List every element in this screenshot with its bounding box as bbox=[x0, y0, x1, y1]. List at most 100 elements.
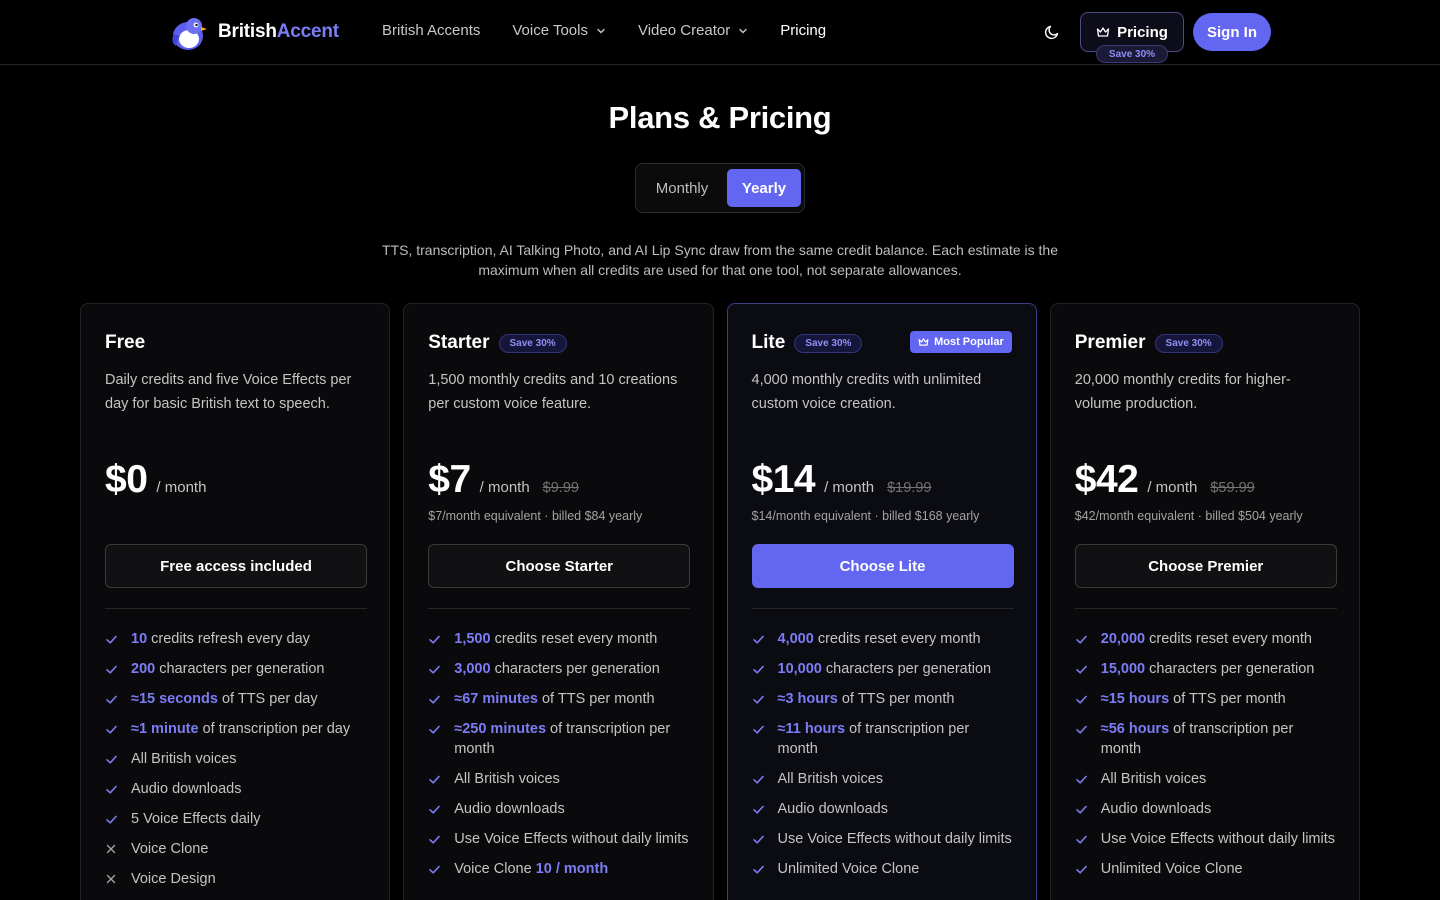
price-period: / month bbox=[156, 479, 207, 496]
feature-label: All British voices bbox=[1100, 771, 1207, 787]
nav-british-accents[interactable]: British Accents bbox=[382, 22, 480, 39]
plan-description: Daily credits and five Voice Effects per… bbox=[105, 372, 352, 412]
feature-text: 20,000 credits reset every month bbox=[1101, 629, 1312, 649]
feature-text: Unlimited Voice Clone bbox=[1101, 859, 1243, 879]
original-price: $59.99 bbox=[1210, 480, 1255, 496]
feature-label: Audio downloads bbox=[1100, 801, 1212, 817]
nav-link-label: Video Creator bbox=[637, 22, 731, 39]
nav-link-label: Pricing bbox=[780, 22, 827, 39]
feature-item: ≈11 hours of transcription per month bbox=[752, 719, 1014, 759]
crown-icon bbox=[918, 338, 929, 346]
check-icon bbox=[428, 859, 442, 879]
nav-save-badge: Save 30% bbox=[1096, 45, 1168, 63]
feature-highlight: ≈56 hours bbox=[1100, 721, 1170, 737]
feature-item: ≈67 minutes of TTS per month bbox=[428, 689, 690, 709]
check-icon bbox=[428, 799, 442, 819]
feature-label: Voice Clone bbox=[454, 861, 536, 877]
price-period: / month bbox=[824, 479, 875, 496]
plan-card-premier: Premier Save 30% 20,000 monthly credits fo… bbox=[1049, 303, 1360, 900]
check-icon bbox=[428, 829, 442, 849]
feature-label: Audio downloads bbox=[777, 801, 888, 817]
nav-pricing[interactable]: Pricing bbox=[780, 22, 826, 39]
feature-label: of TTS per day bbox=[217, 691, 318, 707]
nav-link-label: Voice Tools bbox=[512, 22, 588, 39]
feature-list: 20,000 credits reset every month 15,000 c… bbox=[1075, 629, 1337, 889]
top-nav: BritishAccent British Accents Voice Tool… bbox=[0, 0, 1440, 65]
x-icon bbox=[105, 869, 119, 889]
plan-description: 4,000 monthly credits with unlimited cus… bbox=[751, 372, 982, 412]
feature-label: of TTS per month bbox=[1169, 691, 1286, 707]
plan-name: Premier bbox=[1074, 332, 1146, 353]
nav-pricing-label: Pricing bbox=[1117, 23, 1168, 41]
feature-text: 10 credits refresh every day bbox=[131, 629, 310, 649]
feature-highlight: ≈11 hours bbox=[777, 721, 846, 737]
feature-label: Unlimited Voice Clone bbox=[777, 861, 920, 877]
feature-item: 3,000 characters per generation bbox=[428, 659, 690, 679]
feature-text: 10,000 characters per generation bbox=[778, 659, 992, 679]
plan-price: $14 bbox=[751, 458, 816, 501]
plan-name: Lite bbox=[751, 332, 786, 353]
feature-text: Voice Clone 10 / month bbox=[454, 859, 608, 879]
feature-item: Use Voice Effects without daily limits bbox=[428, 829, 690, 849]
feature-item: Unlimited Voice Clone bbox=[1075, 859, 1337, 879]
brand-name-part2: Accent bbox=[276, 21, 339, 42]
card-divider bbox=[1074, 608, 1337, 609]
feature-item: Use Voice Effects without daily limits bbox=[752, 829, 1014, 849]
feature-text: ≈11 hours of transcription per month bbox=[778, 719, 1014, 759]
brand-name: BritishAccent bbox=[218, 21, 339, 43]
crown-icon bbox=[1096, 27, 1110, 37]
check-icon bbox=[1075, 719, 1089, 739]
feature-label: Use Voice Effects without daily limits bbox=[777, 831, 1012, 847]
check-icon bbox=[428, 769, 442, 789]
feature-label: of transcription per day bbox=[198, 721, 351, 737]
check-icon bbox=[752, 859, 766, 879]
feature-label: credits reset every month bbox=[813, 631, 981, 647]
feature-item: All British voices bbox=[428, 769, 690, 789]
theme-toggle-moon-icon[interactable] bbox=[1040, 20, 1064, 44]
feature-text: All British voices bbox=[454, 769, 560, 789]
check-icon bbox=[1075, 629, 1089, 649]
plan-card-free: Free Daily credits and five Voice Effects… bbox=[80, 303, 391, 900]
feature-highlight: 20,000 bbox=[1100, 631, 1146, 647]
plan-header: Free bbox=[105, 332, 145, 354]
feature-text: All British voices bbox=[1101, 769, 1207, 789]
feature-item: 10 credits refresh every day bbox=[105, 629, 367, 649]
feature-highlight: 3,000 bbox=[454, 661, 491, 677]
toggle-yearly[interactable]: Yearly bbox=[727, 169, 801, 207]
check-icon bbox=[752, 719, 766, 739]
feature-item: ≈15 hours of TTS per month bbox=[1075, 689, 1337, 709]
plan-cta-button[interactable]: Choose Lite bbox=[751, 544, 1014, 588]
feature-item: 15,000 characters per generation bbox=[1075, 659, 1337, 679]
toggle-monthly[interactable]: Monthly bbox=[641, 169, 723, 207]
feature-highlight: 10 bbox=[131, 631, 148, 647]
plan-cta-button[interactable]: Choose Starter bbox=[428, 544, 691, 588]
feature-item: All British voices bbox=[1075, 769, 1337, 789]
check-icon bbox=[105, 629, 119, 649]
sign-in-button[interactable]: Sign In bbox=[1193, 13, 1271, 51]
plan-cta-button[interactable]: Free access included bbox=[105, 544, 367, 588]
feature-item: Audio downloads bbox=[752, 799, 1014, 819]
feature-label: Voice Clone bbox=[131, 841, 209, 857]
brand-logo[interactable]: BritishAccent bbox=[168, 12, 339, 52]
feature-highlight: 10 / month bbox=[535, 861, 609, 877]
plan-header: Premier Save 30% bbox=[1075, 332, 1223, 354]
nav-video-creator[interactable]: Video Creator bbox=[638, 22, 748, 39]
check-icon bbox=[428, 629, 442, 649]
original-price: $9.99 bbox=[542, 480, 579, 496]
save-badge: Save 30% bbox=[1154, 333, 1223, 353]
check-icon bbox=[1075, 769, 1089, 789]
feature-highlight: 200 bbox=[131, 661, 156, 677]
billing-period-toggle: Monthly Yearly bbox=[635, 163, 805, 213]
x-icon bbox=[105, 839, 119, 859]
check-icon bbox=[752, 799, 766, 819]
feature-text: ≈1 minute of transcription per day bbox=[131, 719, 350, 739]
check-icon bbox=[752, 689, 766, 709]
plan-price: $0 bbox=[105, 458, 148, 501]
feature-text: 1,500 credits reset every month bbox=[454, 629, 657, 649]
feature-item: 10,000 characters per generation bbox=[752, 659, 1014, 679]
feature-item: 20,000 credits reset every month bbox=[1075, 629, 1337, 649]
feature-highlight: 1,500 bbox=[454, 631, 491, 647]
price-row: $42 / month $59.99 bbox=[1075, 458, 1255, 502]
plan-cta-button[interactable]: Choose Premier bbox=[1074, 544, 1337, 588]
nav-voice-tools[interactable]: Voice Tools bbox=[512, 22, 606, 39]
